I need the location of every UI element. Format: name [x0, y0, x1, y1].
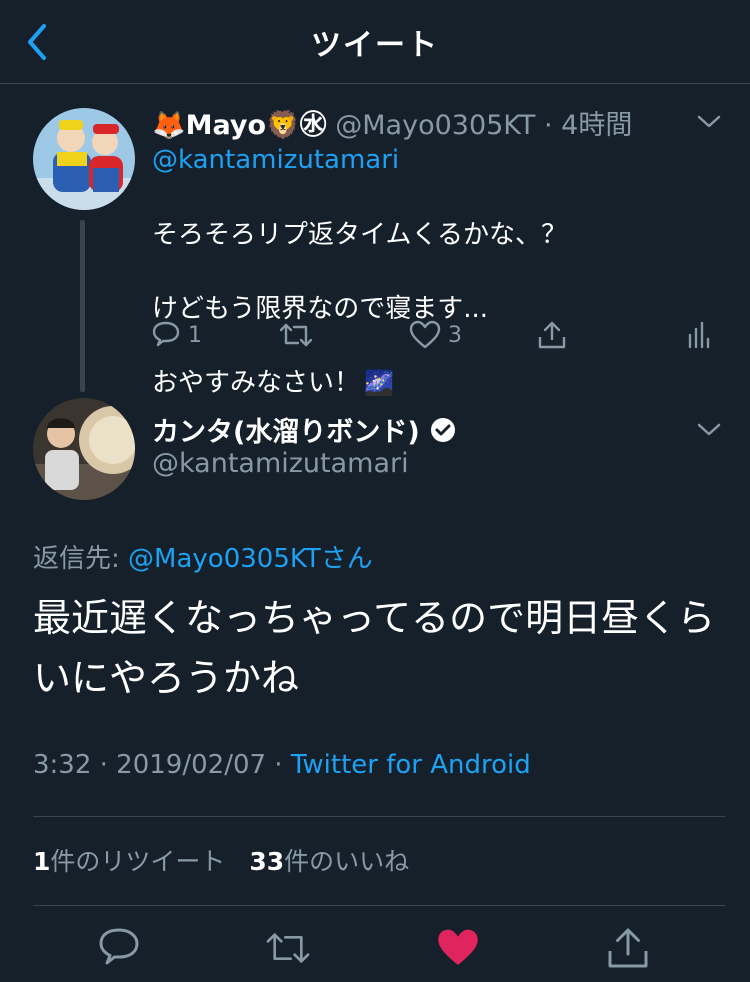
retweet-button[interactable]: [264, 924, 312, 972]
share-button[interactable]: [536, 312, 568, 358]
tweet1-body: そろそろリプ返タイムくるかな、？ けどもう限界なので寝ます... おやすみなさい…: [152, 180, 567, 439]
likes-label: 件のいいね: [284, 847, 410, 876]
verified-badge-icon: [430, 417, 455, 442]
chevron-down-icon: [697, 423, 721, 436]
chevron-down-icon: [697, 115, 721, 128]
analytics-button[interactable]: [686, 312, 712, 358]
share-icon: [538, 321, 566, 349]
retweets-count: 1: [33, 847, 51, 876]
reply-button[interactable]: 1: [150, 312, 202, 358]
tweet2-author-name[interactable]: カンタ(水溜りボンド): [152, 410, 420, 449]
tweet1-mention[interactable]: @kantamizutamari: [152, 145, 399, 175]
retweet-button[interactable]: [278, 312, 314, 358]
like-icon: [409, 320, 441, 349]
like-count: 3: [448, 322, 462, 348]
tweet1-time: · 4時間: [544, 110, 633, 141]
tweet1-actions: 1 3: [150, 312, 720, 358]
engagement-stats: 1件のリツイート 33件のいいね: [33, 842, 409, 878]
divider: [33, 905, 725, 906]
reply-icon: [152, 321, 180, 347]
reply-count: 1: [188, 322, 202, 348]
retweet-icon: [266, 933, 310, 963]
header-bar: ツイート: [0, 0, 750, 84]
likes-count: 33: [249, 847, 285, 876]
page-title: ツイート: [311, 28, 439, 63]
tweet1-menu-button[interactable]: [694, 112, 724, 132]
tweet1-line: そろそろリプ返タイムくるかな、？: [152, 220, 567, 250]
tweet1-line-with-emoji: おやすみなさい！ 🌌: [152, 365, 567, 402]
retweet-icon: [279, 323, 313, 347]
tweet2-meta: 3:32 · 2019/02/07 · Twitter for Android: [33, 750, 531, 780]
tweet2-menu-button[interactable]: [694, 420, 724, 440]
reply-to-label: 返信先:: [33, 544, 129, 574]
share-icon: [608, 928, 648, 968]
tweet1-author-name[interactable]: 🦊Mayo🦁㊌: [152, 110, 327, 141]
thread-line: [80, 220, 85, 392]
tweet2-handle[interactable]: @kantamizutamari: [152, 448, 409, 479]
tweet2-body: 最近遅くなっちゃってるので明日昼くらいにやろうかね: [33, 596, 716, 700]
analytics-icon: [688, 321, 710, 349]
reply-button[interactable]: [95, 924, 143, 972]
reply-to-line: 返信先: @Mayo0305KTさん: [33, 538, 373, 575]
tweet1-line: おやすみなさい！: [152, 368, 361, 398]
avatar-mayo[interactable]: [33, 108, 135, 210]
likes-stat[interactable]: 33件のいいね: [249, 847, 409, 876]
tweet2-source-link[interactable]: Twitter for Android: [291, 750, 531, 780]
retweets-stat[interactable]: 1件のリツイート: [33, 847, 225, 876]
divider: [33, 816, 725, 817]
share-button[interactable]: [604, 924, 652, 972]
tweet2-header: カンタ(水溜りボンド): [152, 410, 456, 449]
like-button[interactable]: 3: [408, 312, 462, 358]
like-button-active[interactable]: [434, 924, 482, 972]
tweet1-handle[interactable]: @Mayo0305KT: [335, 110, 535, 141]
retweets-label: 件のリツイート: [50, 847, 226, 876]
avatar-kanta[interactable]: [33, 398, 135, 500]
reply-icon: [99, 928, 139, 965]
galaxy-emoji-icon: 🌌: [364, 369, 394, 397]
reply-to-user-link[interactable]: @Mayo0305KTさん: [128, 544, 373, 574]
like-icon: [438, 929, 478, 965]
tweet2-timestamp: 3:32 · 2019/02/07 ·: [33, 750, 291, 780]
tweet2-actions: [0, 920, 750, 976]
tweet1-header: 🦊Mayo🦁㊌ @Mayo0305KT · 4時間: [152, 103, 632, 142]
